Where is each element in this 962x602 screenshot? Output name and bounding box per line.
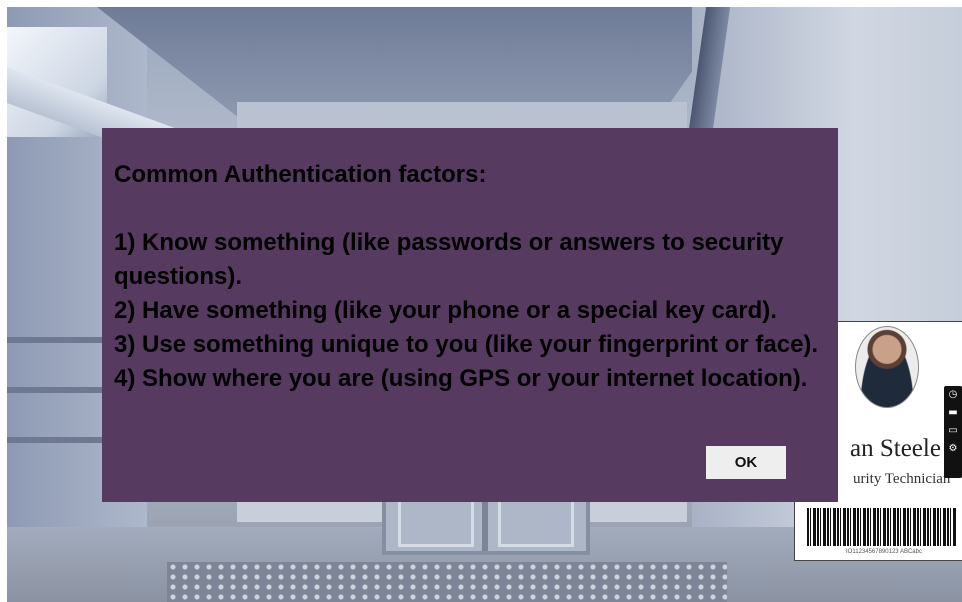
clock-icon[interactable]: ◷: [944, 386, 962, 404]
factor-line: 4) Show where you are (using GPS or your…: [114, 365, 808, 392]
floor-grate: [167, 562, 727, 602]
window-icon[interactable]: ▭: [944, 422, 962, 440]
gear-icon[interactable]: ⚙: [944, 440, 962, 458]
wall-panel-strip: [7, 337, 117, 343]
badge-barcode: [807, 508, 957, 546]
badge-name: an Steele: [850, 435, 941, 462]
dialog-spacer: [114, 192, 844, 226]
badge-job-title: urity Technician: [853, 471, 951, 487]
factor-line: 3) Use something unique to you (like you…: [114, 331, 819, 358]
dialog-body: Common Authentication factors: 1) Know s…: [114, 158, 844, 396]
side-toolbar: ◷ ▬ ▭ ⚙: [944, 386, 962, 478]
ceiling: [97, 7, 737, 117]
factor-line: 2) Have something (like your phone or a …: [114, 297, 777, 324]
info-dialog: Common Authentication factors: 1) Know s…: [102, 128, 838, 502]
factor-line: 1) Know something (like passwords or ans…: [114, 229, 784, 290]
badge-barcode-text: IO11234567890123 ABCabc: [846, 549, 922, 555]
dialog-heading: Common Authentication factors:: [114, 161, 487, 188]
wall-panel-strip: [7, 437, 117, 443]
wall-panel-strip: [7, 387, 117, 393]
ok-button[interactable]: OK: [706, 446, 786, 479]
badge-portrait: [855, 326, 919, 408]
display-icon[interactable]: ▬: [944, 404, 962, 422]
